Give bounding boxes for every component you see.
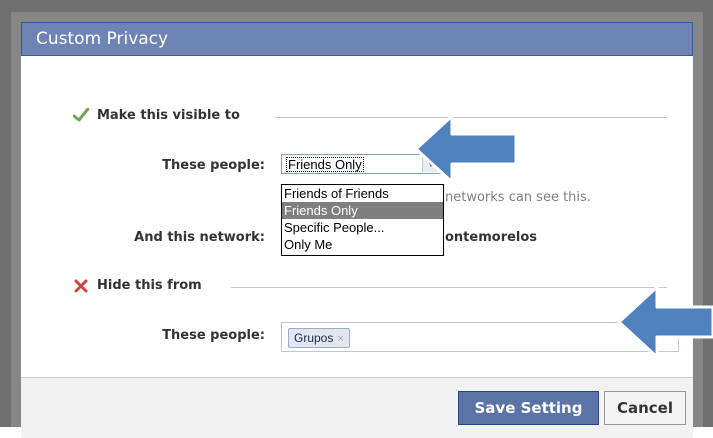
custom-privacy-dialog: Custom Privacy Make this visible to Thes…: [11, 12, 703, 438]
network-value: ontemorelos: [445, 230, 538, 245]
arrow-icon: [414, 114, 518, 184]
visible-people-label: These people:: [162, 158, 265, 173]
x-icon: [74, 279, 88, 293]
option-friends-of-friends[interactable]: Friends of Friends: [282, 185, 443, 202]
arrow-icon: [617, 285, 713, 359]
token-label: Grupos: [294, 331, 334, 345]
token-grupos: Grupos ×: [288, 328, 350, 348]
option-friends-only[interactable]: Friends Only: [282, 202, 443, 219]
hide-people-label: These people:: [162, 328, 265, 343]
close-icon[interactable]: ×: [337, 333, 343, 345]
cancel-button[interactable]: Cancel: [604, 391, 686, 425]
dialog-title: Custom Privacy: [36, 29, 169, 49]
network-hint-text: networks can see this.: [445, 190, 591, 205]
visible-section-header: Make this visible to: [73, 106, 667, 126]
visibility-select-value: Friends Only: [286, 157, 364, 172]
visibility-dropdown: Friends of Friends Friends Only Specific…: [281, 184, 444, 256]
option-only-me[interactable]: Only Me: [282, 236, 443, 253]
dialog-footer: Save Setting Cancel: [21, 377, 693, 438]
hide-section-header: Hide this from: [74, 276, 667, 296]
option-specific-people[interactable]: Specific People...: [282, 219, 443, 236]
dialog-titlebar: Custom Privacy: [21, 22, 693, 56]
section-divider: [231, 287, 667, 288]
check-icon: [73, 108, 89, 122]
hide-section-label: Hide this from: [97, 278, 202, 293]
save-button[interactable]: Save Setting: [458, 391, 599, 425]
visible-section-label: Make this visible to: [97, 108, 240, 123]
network-label: And this network:: [134, 230, 265, 245]
